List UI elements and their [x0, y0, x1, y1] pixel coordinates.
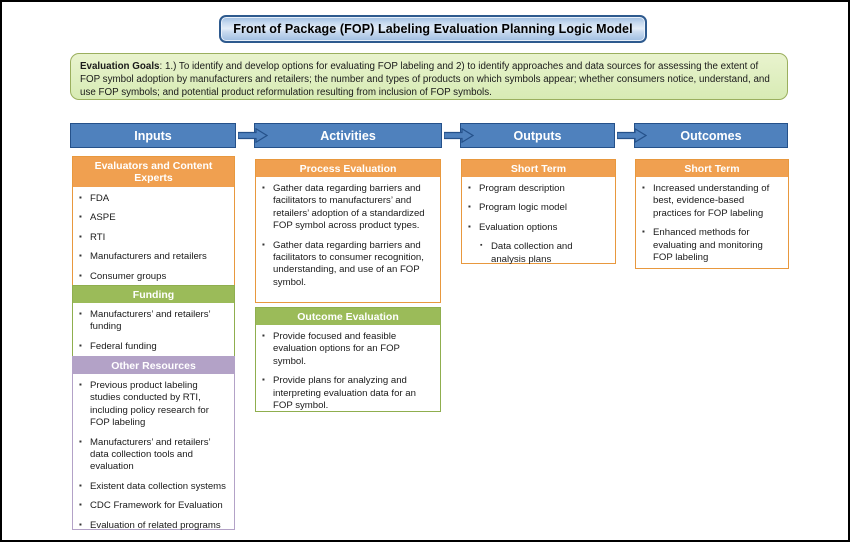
arrow-inputs-to-activities-icon [238, 128, 268, 143]
column-header-outputs: Outputs [460, 123, 615, 148]
list-item: ASPE [78, 211, 228, 224]
box-funding: Funding Manufacturers’ and retailers’ fu… [72, 285, 235, 361]
box-other-resources-body: Previous product labeling studies conduc… [73, 374, 234, 540]
list-item: Federal funding [78, 340, 228, 353]
box-evaluators-list: FDA ASPE RTI Manufacturers and retailers… [78, 192, 228, 283]
list-item: Manufacturers’ and retailers’ funding [78, 308, 228, 334]
list-item: Increased understanding of best, evidenc… [641, 182, 782, 220]
box-other-resources-list: Previous product labeling studies conduc… [78, 379, 228, 540]
diagram-title: Front of Package (FOP) Labeling Evaluati… [233, 22, 633, 36]
list-item: Existent data collection systems [78, 480, 228, 493]
box-outcomes-short-term-list: Increased understanding of best, evidenc… [641, 182, 782, 264]
list-item: Evaluation of related programs [78, 519, 228, 532]
box-funding-list: Manufacturers’ and retailers’ funding Fe… [78, 308, 228, 353]
list-item: Enhanced methods for evaluating and moni… [641, 226, 782, 264]
list-item: Manufacturers and retailers [78, 250, 228, 263]
list-item: Manufacturers’ and retailers’ data colle… [78, 436, 228, 474]
arrow-activities-to-outputs-icon [444, 128, 474, 143]
column-header-inputs-label: Inputs [134, 128, 172, 143]
box-outputs-short-term-list: Program description Program logic model … [467, 182, 609, 266]
box-outputs-short-term-header: Short Term [462, 160, 615, 177]
box-process-evaluation-list: Gather data regarding barriers and facil… [261, 182, 434, 290]
box-outputs-short-term-sublist: Data collection and analysis plans [479, 240, 609, 266]
box-evaluators-body: FDA ASPE RTI Manufacturers and retailers… [73, 187, 234, 289]
evaluation-goals-label: Evaluation Goals [80, 61, 160, 72]
diagram-title-bar: Front of Package (FOP) Labeling Evaluati… [219, 15, 647, 43]
column-header-inputs: Inputs [70, 123, 236, 148]
list-item: Program logic model [467, 201, 609, 214]
list-item: Program description [467, 182, 609, 195]
box-evaluators-header: Evaluators and Content Experts [73, 157, 234, 187]
box-other-resources: Other Resources Previous product labelin… [72, 356, 235, 540]
box-outcome-evaluation-header: Outcome Evaluation [256, 308, 440, 325]
box-outcome-evaluation-body: Provide focused and feasible evaluation … [256, 325, 440, 418]
list-item: Provide focused and feasible evaluation … [261, 330, 434, 368]
box-other-resources-header: Other Resources [73, 357, 234, 374]
list-item-label: Evaluation options [479, 221, 558, 233]
sub-list-item: Data collection and analysis plans [479, 240, 609, 266]
box-outcome-evaluation-list: Provide focused and feasible evaluation … [261, 330, 434, 412]
list-item: Consumer groups [78, 270, 228, 283]
list-item: Previous product labeling studies conduc… [78, 379, 228, 430]
box-outcomes-short-term-body: Increased understanding of best, evidenc… [636, 177, 788, 270]
box-evaluators-header-line2: Experts [134, 172, 173, 184]
list-item: Gather data regarding barriers and facil… [261, 182, 434, 233]
box-process-evaluation-header: Process Evaluation [256, 160, 440, 177]
box-outputs-short-term: Short Term Program description Program l… [461, 159, 616, 265]
column-header-outcomes: Outcomes [634, 123, 788, 148]
column-header-outcomes-label: Outcomes [680, 128, 742, 143]
arrow-outputs-to-outcomes-icon [617, 128, 647, 143]
box-outcomes-short-term-header: Short Term [636, 160, 788, 177]
box-outcomes-short-term: Short Term Increased understanding of be… [635, 159, 789, 269]
box-funding-body: Manufacturers’ and retailers’ funding Fe… [73, 303, 234, 359]
box-outcome-evaluation: Outcome Evaluation Provide focused and f… [255, 307, 441, 412]
box-evaluators-header-line1: Evaluators and Content [94, 160, 213, 172]
box-funding-header: Funding [73, 286, 234, 303]
column-header-outputs-label: Outputs [513, 128, 562, 143]
evaluation-goals-body: : 1.) To identify and develop options fo… [80, 61, 770, 99]
column-header-activities-label: Activities [320, 128, 376, 143]
box-process-evaluation: Process Evaluation Gather data regarding… [255, 159, 441, 303]
list-item: RTI [78, 231, 228, 244]
list-item: CDC Framework for Evaluation [78, 499, 228, 512]
box-outputs-short-term-body: Program description Program logic model … [462, 177, 615, 272]
box-evaluators-and-content-experts: Evaluators and Content Experts FDA ASPE … [72, 156, 235, 291]
list-item: Evaluation options Data collection and a… [467, 221, 609, 266]
logic-model-diagram: Front of Package (FOP) Labeling Evaluati… [0, 0, 850, 542]
list-item: Gather data regarding barriers and facil… [261, 239, 434, 290]
box-process-evaluation-body: Gather data regarding barriers and facil… [256, 177, 440, 295]
evaluation-goals-banner: Evaluation Goals: 1.) To identify and de… [70, 53, 788, 100]
list-item: Provide plans for analyzing and interpre… [261, 374, 434, 412]
evaluation-goals-text: Evaluation Goals: 1.) To identify and de… [80, 60, 778, 100]
list-item: FDA [78, 192, 228, 205]
column-header-activities: Activities [254, 123, 442, 148]
